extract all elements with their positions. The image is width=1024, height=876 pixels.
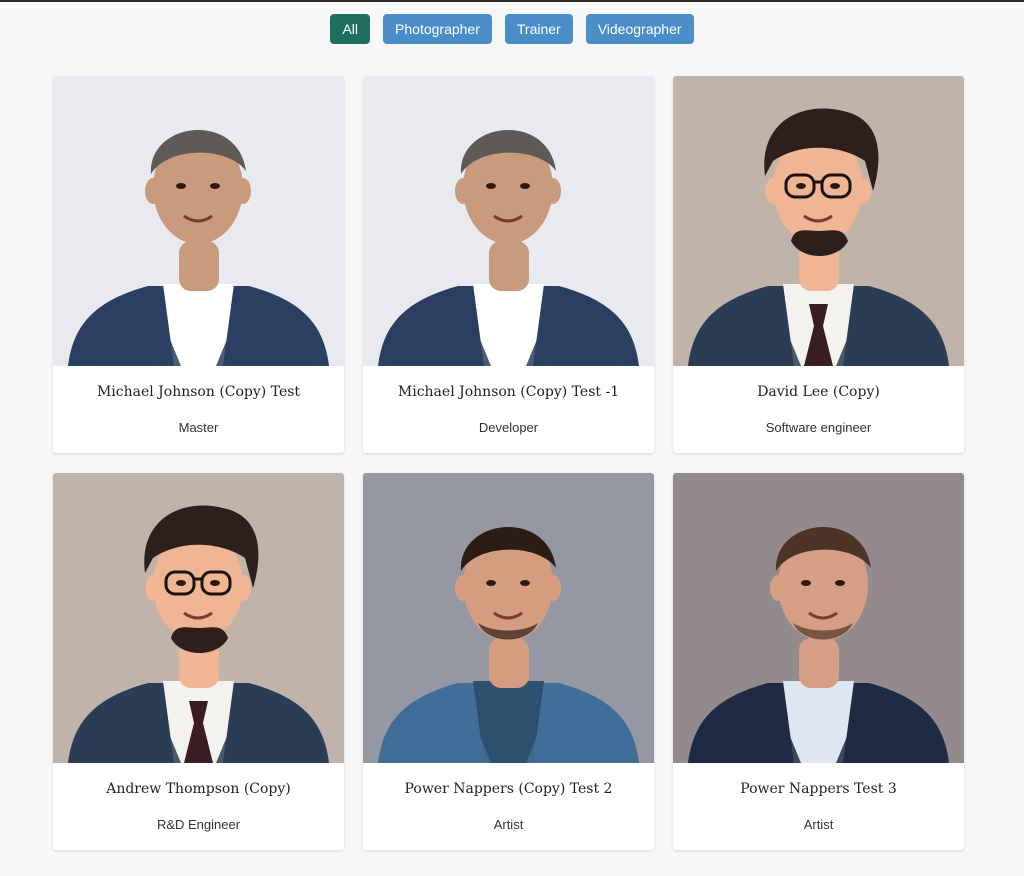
member-role: Artist: [803, 817, 834, 832]
filter-all-button[interactable]: All: [330, 14, 371, 44]
team-card[interactable]: Michael Johnson (Copy) Test -1 Developer: [363, 76, 654, 453]
portrait-image: [53, 473, 344, 763]
portrait-image: [673, 76, 964, 366]
member-role: Artist: [493, 817, 524, 832]
member-role: Developer: [478, 420, 539, 435]
portrait-image: [53, 76, 344, 366]
member-role: R&D Engineer: [156, 817, 241, 832]
portrait-image: [673, 473, 964, 763]
filter-videographer-button[interactable]: Videographer: [585, 14, 694, 44]
team-card[interactable]: Andrew Thompson (Copy) R&D Engineer: [53, 473, 344, 850]
member-name: Andrew Thompson (Copy): [106, 781, 291, 797]
member-name: Michael Johnson (Copy) Test -1: [397, 384, 620, 400]
team-card[interactable]: Michael Johnson (Copy) Test Master: [53, 76, 344, 453]
team-card[interactable]: Power Nappers (Copy) Test 2 Artist: [363, 473, 654, 850]
portrait-image: [363, 473, 654, 763]
member-name: David Lee (Copy): [757, 384, 880, 400]
member-name: Michael Johnson (Copy) Test: [96, 384, 301, 400]
team-grid: Michael Johnson (Copy) Test Master Micha…: [53, 76, 964, 850]
filter-photographer-button[interactable]: Photographer: [383, 14, 492, 44]
filter-trainer-button[interactable]: Trainer: [504, 14, 573, 44]
portrait-image: [363, 76, 654, 366]
filter-bar: All Photographer Trainer Videographer: [0, 14, 1024, 44]
member-role: Software engineer: [765, 420, 872, 435]
member-role: Master: [178, 420, 219, 435]
team-card[interactable]: Power Nappers Test 3 Artist: [673, 473, 964, 850]
team-card[interactable]: David Lee (Copy) Software engineer: [673, 76, 964, 453]
member-name: Power Nappers (Copy) Test 2: [404, 781, 613, 797]
member-name: Power Nappers Test 3: [740, 781, 897, 797]
